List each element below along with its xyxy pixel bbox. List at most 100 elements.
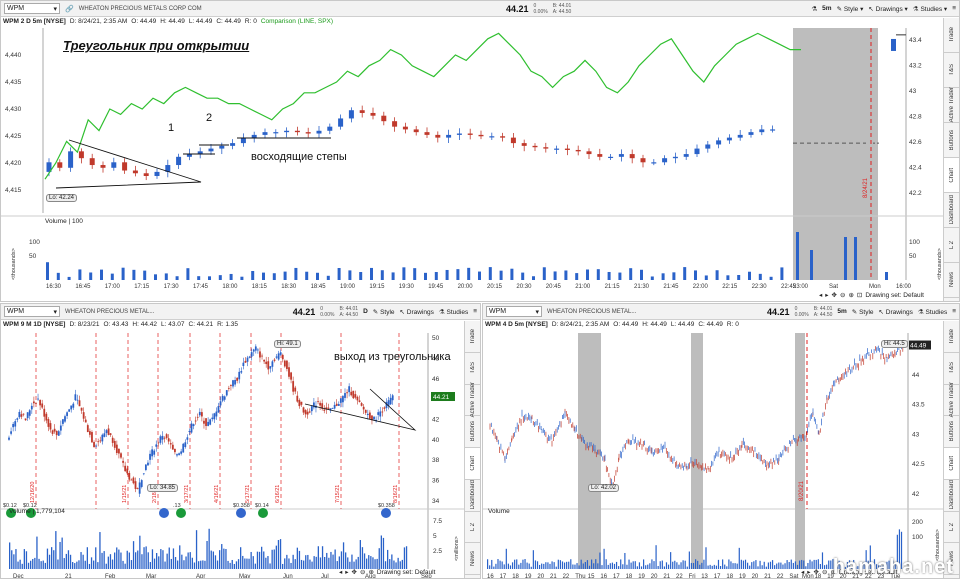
style-button[interactable]: ✎ Style [373,308,395,316]
volume-bar [185,556,187,569]
drawings-button[interactable]: ↖ Drawings ▾ [868,5,907,13]
drawings-button[interactable]: ↖ Drawings [400,308,434,316]
symbol-input[interactable]: WPM ▾ [4,306,60,317]
volume-bar [166,553,168,569]
chevron-down-icon[interactable]: ▾ [53,5,57,13]
volume-bar [11,550,13,569]
side-tab-t-s[interactable]: T&S [465,353,480,385]
candle-body [223,396,226,400]
candle-body [115,444,118,453]
side-tab-dashboard[interactable]: Dashboard [944,480,959,512]
zoom-out-icon[interactable]: ⊖ [840,291,845,299]
side-tab-news[interactable]: News [944,263,959,298]
volume-bar [122,560,124,569]
side-tab-active-trader[interactable]: Active Trader [465,382,480,418]
volume-bar [95,547,97,569]
candle-body [190,423,193,433]
scroll-left-icon[interactable]: ◂ [819,291,822,299]
zoom-in-icon[interactable]: ⊕ [848,291,853,299]
volume-bar [618,272,622,280]
side-tab-trade[interactable]: Trade [944,18,959,53]
side-tab-active-trader[interactable]: Active Trader [944,87,959,123]
style-button[interactable]: ✎ Style [852,308,874,316]
drawing-set[interactable]: Drawing set: Default [377,569,436,576]
side-tab-l-2[interactable]: L 2 [944,512,959,544]
studies-button[interactable]: ⚗ Studies [439,308,468,316]
side-tab-buttons[interactable]: Buttons [944,416,959,448]
volume-bar [730,561,732,569]
candle-body [304,410,307,415]
side-tab-dashboard[interactable]: Dashboard [944,193,959,228]
volume-bar [111,559,114,569]
studies-button[interactable]: ⚗ Studies [918,308,947,316]
studies-label: Studies [925,308,948,316]
scroll-left-icon[interactable]: ◂ [339,568,342,576]
side-tab-l-2[interactable]: L 2 [944,228,959,263]
candle-body [207,421,210,426]
pan-icon[interactable]: ✥ [814,568,819,576]
style-button[interactable]: ✎ Style ▾ [837,5,864,13]
symbol-input[interactable]: WPM ▾ [4,3,60,14]
chevron-down-icon[interactable]: ▾ [535,308,539,316]
candle-body [213,413,216,420]
side-tab-news[interactable]: News [465,543,480,575]
candle-body [171,444,174,450]
menu-icon[interactable]: ≡ [952,5,956,12]
intraday-chart-canvas[interactable]: 8/20/2144.54443.54342.54244.49200100<tho… [483,321,943,579]
side-tab-t-s[interactable]: T&S [944,53,959,88]
volume-bar [118,549,120,569]
drawing-set[interactable]: Drawing set: Default [865,292,924,299]
zoom-in-icon[interactable]: ⊕ [368,568,373,576]
zoom-out-icon[interactable]: ⊖ [822,568,827,576]
pan-icon[interactable]: ✥ [352,568,357,576]
interval-button[interactable]: 5m [837,308,846,315]
side-tab-t-s[interactable]: T&S [944,353,959,385]
studies-button[interactable]: ⚗ Studies ▾ [913,5,947,13]
volume-bar [709,564,711,569]
candle-body [128,472,131,480]
volume-bar [564,270,568,280]
volume-bar [191,557,193,569]
symbol-input[interactable]: WPM ▾ [486,306,542,317]
side-tab-buttons[interactable]: Buttons [944,123,959,158]
chevron-down-icon[interactable]: ▾ [53,308,57,316]
volume-bar [380,270,384,280]
side-tab-chart[interactable]: Chart [944,158,959,193]
menu-icon[interactable]: ≡ [473,308,477,315]
scroll-right-icon[interactable]: ▸ [825,291,828,299]
volume-bar [643,559,645,569]
interval-button[interactable]: D [363,308,368,315]
menu-icon[interactable]: ≡ [952,308,956,315]
volume-bar [359,540,361,569]
top-chart-canvas[interactable]: 8/24/21 4,440 4,435 4,430 4,425 4,420 4,415 43.… [1,18,943,302]
candle-body [95,445,98,447]
scroll-left-icon[interactable]: ◂ [801,568,804,576]
side-tab-buttons[interactable]: Buttons [465,416,480,448]
candle-body [149,453,151,460]
volume-bar [572,564,574,569]
zoom-out-icon[interactable]: ⊖ [360,568,365,576]
flask-icon[interactable]: ⚗ [811,5,817,13]
scroll-right-icon[interactable]: ▸ [807,568,810,576]
side-tab-active-trader[interactable]: Active Trader [944,382,959,418]
interval-button[interactable]: 5m [822,5,831,12]
candle-body [51,430,54,434]
drawings-button[interactable]: ↖ Drawings [879,308,913,316]
side-tab-chart[interactable]: Chart [465,448,480,480]
pan-icon[interactable]: ✥ [832,291,837,299]
side-tab-trade[interactable]: Trade [944,321,959,353]
symbol-link-icon[interactable]: 🔗 [65,5,74,13]
side-tab-trade[interactable]: Trade [465,321,480,353]
side-tab-dashboard[interactable]: Dashboard [465,480,480,512]
volume-title: Volume [45,218,67,225]
side-tab-chart[interactable]: Chart [944,448,959,480]
side-tab-l-2[interactable]: L 2 [465,512,480,544]
volume-bar [620,559,622,569]
candle-body [78,151,84,159]
candle-body [292,381,295,392]
candle-body [352,390,355,399]
scroll-right-icon[interactable]: ▸ [345,568,348,576]
zoom-fit-icon[interactable]: ⊡ [857,291,862,299]
volume-bar [636,566,638,569]
volume-axis-tick: 2.5 [433,548,442,555]
